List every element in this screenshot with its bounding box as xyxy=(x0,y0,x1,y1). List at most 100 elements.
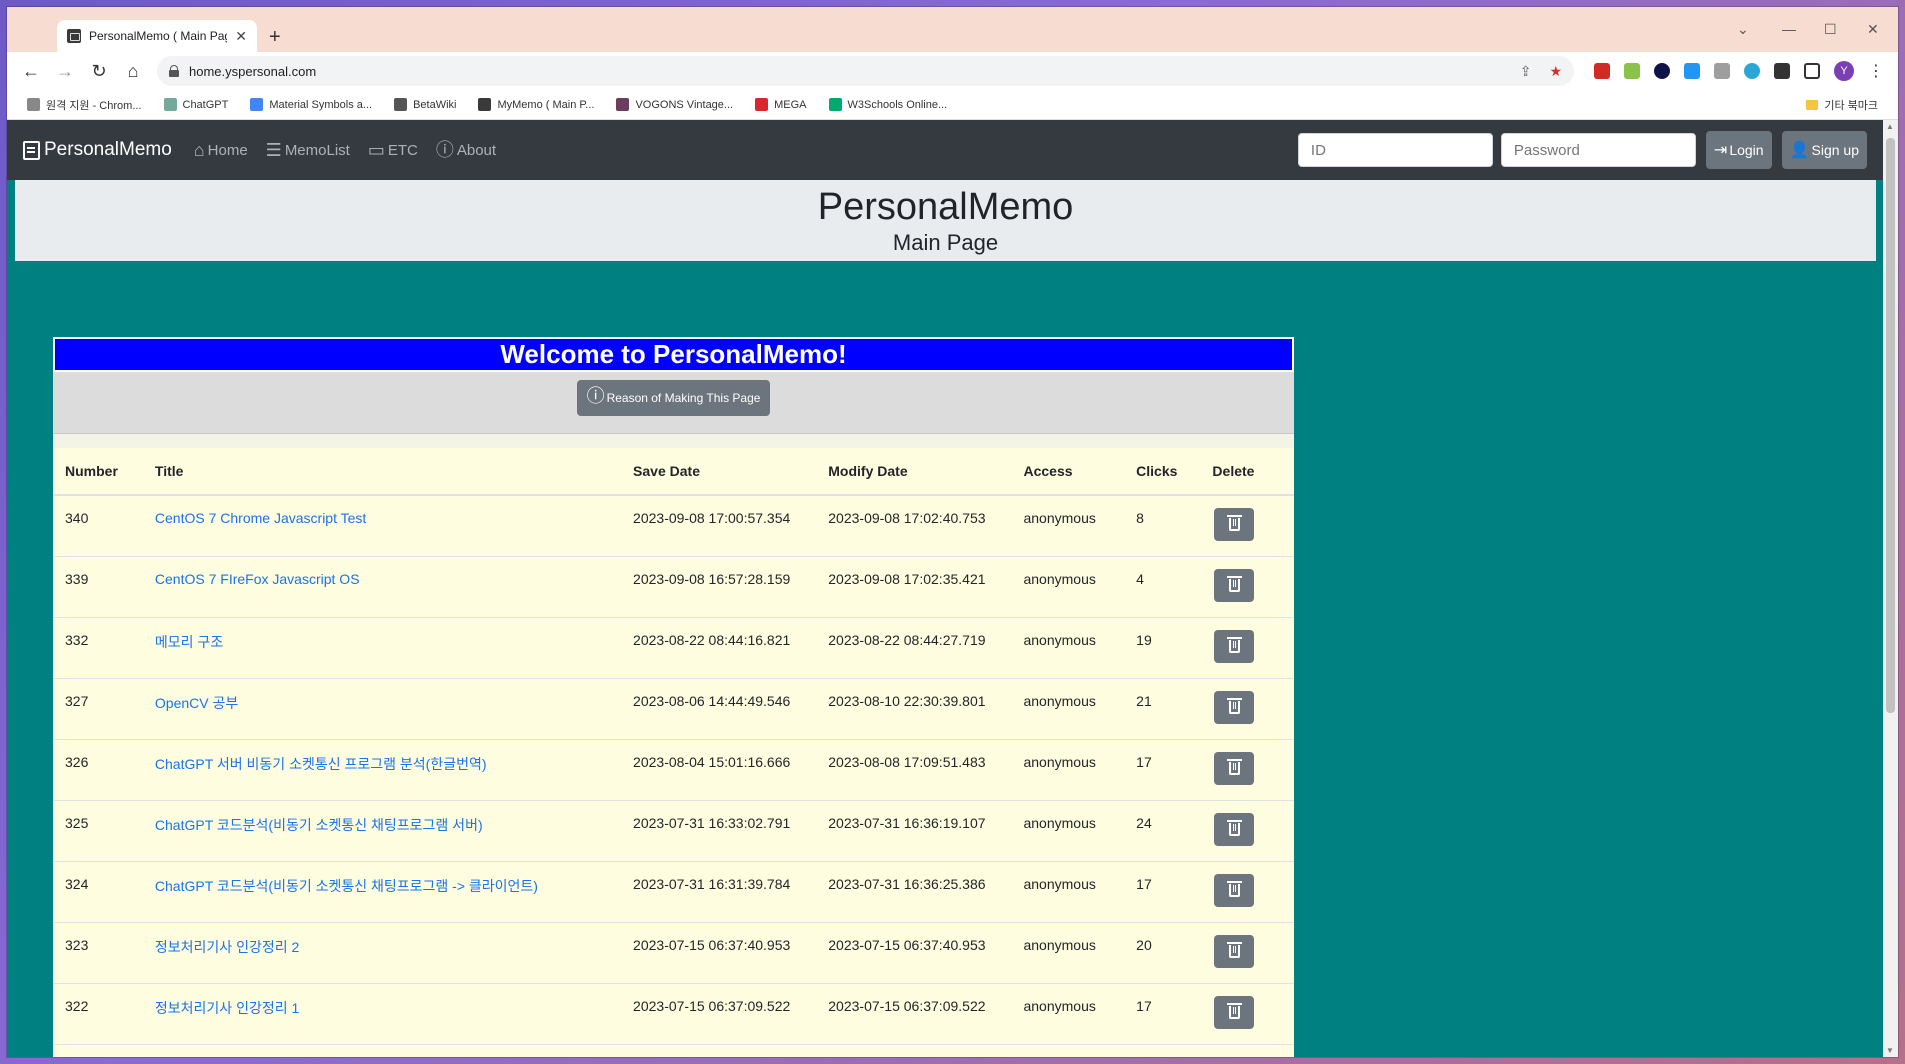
access-cell: anonymous xyxy=(1011,861,1125,923)
puzzle-icon[interactable] xyxy=(1774,63,1790,79)
bookmark-favicon-icon xyxy=(755,98,769,111)
maximize-button[interactable]: ☐ xyxy=(1824,21,1837,38)
nav-link-memolist[interactable]: ☰ MemoList xyxy=(266,141,350,159)
delete-cell xyxy=(1200,495,1294,557)
clicks-cell: 19 xyxy=(1124,617,1201,679)
save-cell: 2023-07-15 06:37:09.522 xyxy=(621,983,817,1045)
memo-title-link[interactable]: CentOS 7 Chrome Javascript Test xyxy=(155,510,366,526)
side-panel-icon[interactable] xyxy=(1804,63,1820,79)
delete-button[interactable] xyxy=(1214,508,1255,541)
save-cell: 2023-08-04 15:01:16.666 xyxy=(621,739,817,801)
table-row: 325 ChatGPT 코드분석(비동기 소켓통신 채팅프로그램 서버) 2023-… xyxy=(53,800,1294,862)
url-text[interactable]: home.yspersonal.com xyxy=(189,64,316,79)
layers-extension-icon[interactable] xyxy=(1684,63,1700,79)
reload-icon[interactable]: ↻ xyxy=(89,61,109,82)
clicks-cell: 24 xyxy=(1124,800,1201,862)
memo-title-link[interactable]: ChatGPT 서버 비동기 소켓통신 프로그램 분석(한글번역) xyxy=(155,756,487,772)
memo-title-link[interactable]: 메모리 구조 xyxy=(155,634,223,650)
share-icon[interactable]: ⇪ xyxy=(1520,63,1532,80)
delete-button[interactable] xyxy=(1214,568,1255,602)
extension-icon[interactable] xyxy=(1714,63,1730,79)
column-header: Modify Date xyxy=(816,448,1012,496)
delete-button[interactable] xyxy=(1214,629,1255,663)
reason-label: Reason of Making This Page xyxy=(606,391,761,405)
clicks-cell: 17 xyxy=(1124,861,1201,923)
bookmark-item[interactable]: ChatGPT xyxy=(163,98,229,111)
delete-cell xyxy=(1200,983,1294,1045)
title-cell: ChatGPT 코드분석(비동기 소켓통신 채팅프로그램 -> 클라이언트) xyxy=(142,861,622,923)
memo-title-link[interactable]: 정보처리기사 인강정리 2 xyxy=(155,939,299,955)
scroll-thumb[interactable] xyxy=(1886,138,1895,713)
globe-extension-icon[interactable] xyxy=(1744,63,1760,79)
extension-icon[interactable] xyxy=(1624,63,1640,79)
access-cell: anonymous xyxy=(1011,495,1125,557)
delete-button[interactable] xyxy=(1214,690,1255,724)
bookmark-item[interactable]: W3Schools Online... xyxy=(828,98,947,111)
home-browser-icon[interactable]: ⌂ xyxy=(123,61,143,82)
delete-button[interactable] xyxy=(1214,995,1255,1029)
reason-button[interactable]: ⓘ Reason of Making This Page xyxy=(576,380,771,416)
info-icon: ⓘ xyxy=(586,386,605,406)
window-close-button[interactable]: ✕ xyxy=(1867,21,1879,38)
delete-button[interactable] xyxy=(1214,751,1255,785)
extension-icon[interactable] xyxy=(1654,63,1670,79)
table-row: 339 CentOS 7 FIreFox Javascript OS 2023-09… xyxy=(53,556,1294,618)
bookmark-item[interactable]: Material Symbols a... xyxy=(250,98,372,111)
profile-avatar[interactable]: Y xyxy=(1834,61,1854,81)
table-row: 327 OpenCV 공부 2023-08-06 14:44:49.546 2023-… xyxy=(53,678,1294,740)
modify-cell: 2023-08-10 22:30:39.801 xyxy=(816,678,1012,740)
title-cell: 메모리 구조 xyxy=(142,617,622,679)
delete-button[interactable] xyxy=(1214,812,1255,846)
tab-search-icon[interactable]: ⌄ xyxy=(1737,21,1749,38)
trash-icon xyxy=(1226,515,1242,531)
brand-link[interactable]: PersonalMemo xyxy=(23,139,172,161)
close-tab-icon[interactable]: ✕ xyxy=(235,28,247,45)
login-button[interactable]: ⇥ Login xyxy=(1705,131,1772,169)
nav-link-home[interactable]: ⌂ Home xyxy=(194,141,248,159)
address-bar[interactable]: home.yspersonal.com ⇪ ★ xyxy=(157,56,1574,86)
pdf-extension-icon[interactable] xyxy=(1594,63,1610,79)
access-cell: anonymous xyxy=(1011,800,1125,862)
delete-button[interactable] xyxy=(1214,873,1255,907)
memo-title-link[interactable]: ChatGPT 코드분석(비동기 소켓통신 채팅프로그램 -> 클라이언트) xyxy=(155,878,538,894)
bookmark-item[interactable]: 원격 지원 - Chrom... xyxy=(27,97,142,113)
bookmark-item[interactable]: BetaWiki xyxy=(394,98,456,111)
bookmark-item[interactable]: MyMemo ( Main P... xyxy=(478,98,594,111)
new-tab-button[interactable]: + xyxy=(269,26,281,49)
minimize-button[interactable]: — xyxy=(1782,21,1796,37)
table-row: 324 ChatGPT 코드분석(비동기 소켓통신 채팅프로그램 -> 클라이언트… xyxy=(53,861,1294,923)
clicks-cell: 8 xyxy=(1124,495,1201,557)
lock-icon[interactable] xyxy=(169,65,179,77)
bookmark-label: ChatGPT xyxy=(182,98,229,111)
scroll-up-icon[interactable]: ▲ xyxy=(1886,122,1894,131)
scroll-down-icon[interactable]: ▼ xyxy=(1886,1046,1894,1055)
memo-title-link[interactable]: CentOS 7 FIreFox Javascript OS xyxy=(155,571,360,587)
bookmark-favicon-icon xyxy=(828,98,842,111)
nav-link-label: About xyxy=(456,141,497,159)
nav-links: ⌂ Home ☰ MemoList ▭ ETC ⓘ About xyxy=(194,141,496,159)
save-cell: 2023-07-31 16:31:39.784 xyxy=(621,861,817,923)
delete-cell xyxy=(1200,556,1294,618)
title-cell: ChatGPT 코드분석(비동기 소켓통신 채팅프로그램 서버) xyxy=(142,800,622,862)
browser-tab[interactable]: PersonalMemo ( Main Page ) ✕ xyxy=(57,20,257,52)
other-bookmarks[interactable]: 기타 북마크 xyxy=(1806,97,1878,113)
nav-link-about[interactable]: ⓘ About xyxy=(436,141,496,159)
password-input[interactable] xyxy=(1500,133,1696,167)
memo-title-link[interactable]: 정보처리기사 인강정리 1 xyxy=(155,1000,299,1016)
memo-title-link[interactable]: ChatGPT 코드분석(비동기 소켓통신 채팅프로그램 서버) xyxy=(155,817,483,833)
bookmark-item[interactable]: VOGONS Vintage... xyxy=(616,98,733,111)
table-header-row: Number Title Save Date Modify Date Access Cli… xyxy=(53,448,1294,496)
id-input[interactable] xyxy=(1297,133,1493,167)
bookmark-item[interactable]: MEGA xyxy=(755,98,807,111)
signup-button[interactable]: 👤 Sign up xyxy=(1781,131,1867,169)
bookmark-star-icon[interactable]: ★ xyxy=(1549,63,1562,80)
bookmark-label: Material Symbols a... xyxy=(269,98,373,111)
back-icon[interactable]: ← xyxy=(21,61,41,82)
number-cell: 326 xyxy=(53,739,143,801)
menu-kebab-icon[interactable]: ⋮ xyxy=(1868,61,1884,81)
nav-link-etc[interactable]: ▭ ETC xyxy=(368,141,418,159)
delete-button[interactable] xyxy=(1214,934,1255,968)
memo-title-link[interactable]: OpenCV 공부 xyxy=(155,695,238,711)
forward-icon[interactable]: → xyxy=(55,61,75,82)
vertical-scrollbar[interactable]: ▲ ▼ xyxy=(1883,120,1898,1057)
